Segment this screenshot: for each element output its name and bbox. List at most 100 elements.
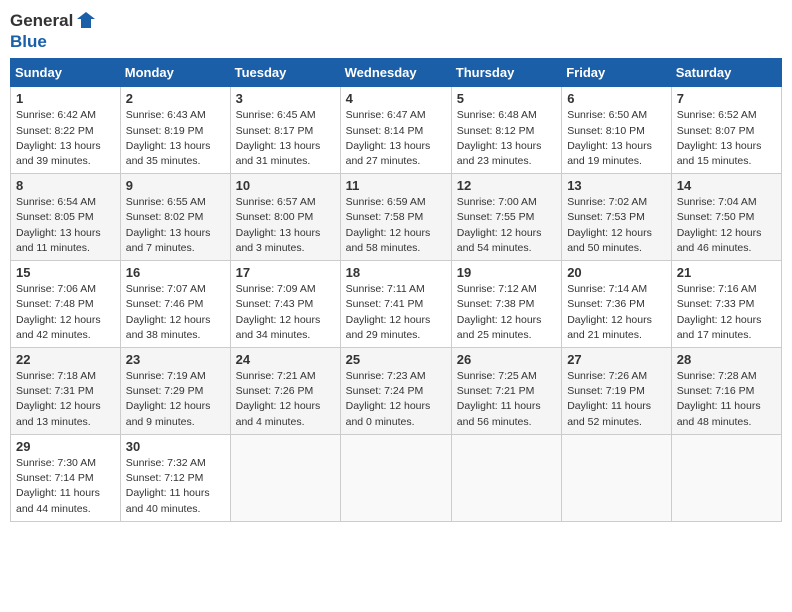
calendar-cell: 2 Sunrise: 6:43 AMSunset: 8:19 PMDaylight… [120, 87, 230, 174]
day-info: Sunrise: 7:09 AMSunset: 7:43 PMDaylight:… [236, 282, 335, 343]
weekday-header-monday: Monday [120, 59, 230, 87]
day-number: 19 [457, 265, 556, 280]
calendar-cell: 23 Sunrise: 7:19 AMSunset: 7:29 PMDayligh… [120, 348, 230, 435]
calendar-cell: 5Sunrise: 6:48 AMSunset: 8:12 PMDaylight… [451, 87, 561, 174]
day-info: Sunrise: 6:45 AMSunset: 8:17 PMDaylight:… [236, 108, 335, 169]
calendar-cell: 14 Sunrise: 7:04 AMSunset: 7:50 PMDayligh… [671, 174, 781, 261]
day-number: 12 [457, 178, 556, 193]
calendar-cell: 22 Sunrise: 7:18 AMSunset: 7:31 PMDayligh… [11, 348, 121, 435]
calendar-cell: 9 Sunrise: 6:55 AMSunset: 8:02 PMDaylight… [120, 174, 230, 261]
calendar-cell: 18Sunrise: 7:11 AMSunset: 7:41 PMDayligh… [340, 261, 451, 348]
day-info: Sunrise: 6:57 AMSunset: 8:00 PMDaylight:… [236, 195, 335, 256]
calendar-cell [562, 434, 672, 521]
day-info: Sunrise: 7:23 AMSunset: 7:24 PMDaylight:… [346, 369, 446, 430]
day-number: 7 [677, 91, 776, 106]
weekday-header-tuesday: Tuesday [230, 59, 340, 87]
day-number: 6 [567, 91, 666, 106]
calendar-cell: 11 Sunrise: 6:59 AMSunset: 7:58 PMDayligh… [340, 174, 451, 261]
logo: General Blue [10, 10, 97, 52]
day-info: Sunrise: 6:59 AMSunset: 7:58 PMDaylight:… [346, 195, 446, 256]
weekday-header-saturday: Saturday [671, 59, 781, 87]
calendar-cell: 4Sunrise: 6:47 AMSunset: 8:14 PMDaylight… [340, 87, 451, 174]
day-number: 25 [346, 352, 446, 367]
day-info: Sunrise: 7:18 AMSunset: 7:31 PMDaylight:… [16, 369, 115, 430]
day-number: 20 [567, 265, 666, 280]
day-number: 17 [236, 265, 335, 280]
calendar-cell: 26Sunrise: 7:25 AMSunset: 7:21 PMDayligh… [451, 348, 561, 435]
day-info: Sunrise: 7:12 AMSunset: 7:38 PMDaylight:… [457, 282, 556, 343]
calendar-cell: 8 Sunrise: 6:54 AMSunset: 8:05 PMDaylight… [11, 174, 121, 261]
day-info: Sunrise: 7:16 AMSunset: 7:33 PMDaylight:… [677, 282, 776, 343]
day-info: Sunrise: 6:52 AMSunset: 8:07 PMDaylight:… [677, 108, 776, 169]
day-info: Sunrise: 7:04 AMSunset: 7:50 PMDaylight:… [677, 195, 776, 256]
logo-text-general: General [10, 11, 73, 31]
calendar-week-5: 29 Sunrise: 7:30 AMSunset: 7:14 PMDayligh… [11, 434, 782, 521]
day-info: Sunrise: 7:00 AMSunset: 7:55 PMDaylight:… [457, 195, 556, 256]
day-number: 28 [677, 352, 776, 367]
day-info: Sunrise: 7:14 AMSunset: 7:36 PMDaylight:… [567, 282, 666, 343]
day-number: 21 [677, 265, 776, 280]
day-number: 2 [126, 91, 225, 106]
calendar-week-2: 8 Sunrise: 6:54 AMSunset: 8:05 PMDaylight… [11, 174, 782, 261]
day-number: 16 [126, 265, 225, 280]
day-number: 27 [567, 352, 666, 367]
calendar-cell: 10 Sunrise: 6:57 AMSunset: 8:00 PMDayligh… [230, 174, 340, 261]
calendar-week-3: 15Sunrise: 7:06 AMSunset: 7:48 PMDayligh… [11, 261, 782, 348]
day-number: 11 [346, 178, 446, 193]
day-info: Sunrise: 7:30 AMSunset: 7:14 PMDaylight:… [16, 456, 115, 517]
calendar-cell: 1 Sunrise: 6:42 AMSunset: 8:22 PMDaylight… [11, 87, 121, 174]
day-number: 10 [236, 178, 335, 193]
calendar-cell [451, 434, 561, 521]
day-number: 8 [16, 178, 115, 193]
calendar-cell [671, 434, 781, 521]
calendar-cell: 24Sunrise: 7:21 AMSunset: 7:26 PMDayligh… [230, 348, 340, 435]
day-number: 13 [567, 178, 666, 193]
day-number: 26 [457, 352, 556, 367]
day-number: 1 [16, 91, 115, 106]
calendar-cell: 7 Sunrise: 6:52 AMSunset: 8:07 PMDaylight… [671, 87, 781, 174]
calendar-header-row: SundayMondayTuesdayWednesdayThursdayFrid… [11, 59, 782, 87]
logo-bird-icon [75, 10, 97, 32]
calendar-cell: 15Sunrise: 7:06 AMSunset: 7:48 PMDayligh… [11, 261, 121, 348]
logo-container: General Blue [10, 10, 97, 52]
day-info: Sunrise: 6:42 AMSunset: 8:22 PMDaylight:… [16, 108, 115, 169]
day-info: Sunrise: 6:55 AMSunset: 8:02 PMDaylight:… [126, 195, 225, 256]
weekday-header-sunday: Sunday [11, 59, 121, 87]
day-info: Sunrise: 6:54 AMSunset: 8:05 PMDaylight:… [16, 195, 115, 256]
calendar-cell: 30Sunrise: 7:32 AMSunset: 7:12 PMDayligh… [120, 434, 230, 521]
day-info: Sunrise: 7:06 AMSunset: 7:48 PMDaylight:… [16, 282, 115, 343]
day-info: Sunrise: 7:02 AMSunset: 7:53 PMDaylight:… [567, 195, 666, 256]
day-info: Sunrise: 6:48 AMSunset: 8:12 PMDaylight:… [457, 108, 556, 169]
page-header: General Blue [10, 10, 782, 52]
calendar-cell: 21 Sunrise: 7:16 AMSunset: 7:33 PMDayligh… [671, 261, 781, 348]
calendar-cell [230, 434, 340, 521]
day-number: 30 [126, 439, 225, 454]
calendar-cell: 3 Sunrise: 6:45 AMSunset: 8:17 PMDaylight… [230, 87, 340, 174]
calendar-cell: 20 Sunrise: 7:14 AMSunset: 7:36 PMDayligh… [562, 261, 672, 348]
calendar-cell: 28Sunrise: 7:28 AMSunset: 7:16 PMDayligh… [671, 348, 781, 435]
day-number: 9 [126, 178, 225, 193]
calendar-cell: 29 Sunrise: 7:30 AMSunset: 7:14 PMDayligh… [11, 434, 121, 521]
weekday-header-friday: Friday [562, 59, 672, 87]
day-info: Sunrise: 7:11 AMSunset: 7:41 PMDaylight:… [346, 282, 446, 343]
calendar-cell: 25 Sunrise: 7:23 AMSunset: 7:24 PMDayligh… [340, 348, 451, 435]
day-info: Sunrise: 6:50 AMSunset: 8:10 PMDaylight:… [567, 108, 666, 169]
calendar-cell: 17 Sunrise: 7:09 AMSunset: 7:43 PMDayligh… [230, 261, 340, 348]
calendar-cell: 27Sunrise: 7:26 AMSunset: 7:19 PMDayligh… [562, 348, 672, 435]
calendar-cell: 16Sunrise: 7:07 AMSunset: 7:46 PMDayligh… [120, 261, 230, 348]
weekday-header-thursday: Thursday [451, 59, 561, 87]
calendar-cell: 6 Sunrise: 6:50 AMSunset: 8:10 PMDaylight… [562, 87, 672, 174]
calendar-table: SundayMondayTuesdayWednesdayThursdayFrid… [10, 58, 782, 521]
calendar-cell: 19 Sunrise: 7:12 AMSunset: 7:38 PMDayligh… [451, 261, 561, 348]
day-number: 29 [16, 439, 115, 454]
day-number: 22 [16, 352, 115, 367]
calendar-cell: 12 Sunrise: 7:00 AMSunset: 7:55 PMDayligh… [451, 174, 561, 261]
day-info: Sunrise: 7:19 AMSunset: 7:29 PMDaylight:… [126, 369, 225, 430]
day-number: 14 [677, 178, 776, 193]
day-number: 23 [126, 352, 225, 367]
calendar-cell [340, 434, 451, 521]
day-number: 3 [236, 91, 335, 106]
day-info: Sunrise: 7:21 AMSunset: 7:26 PMDaylight:… [236, 369, 335, 430]
logo-text-blue: Blue [10, 32, 47, 52]
day-info: Sunrise: 6:43 AMSunset: 8:19 PMDaylight:… [126, 108, 225, 169]
